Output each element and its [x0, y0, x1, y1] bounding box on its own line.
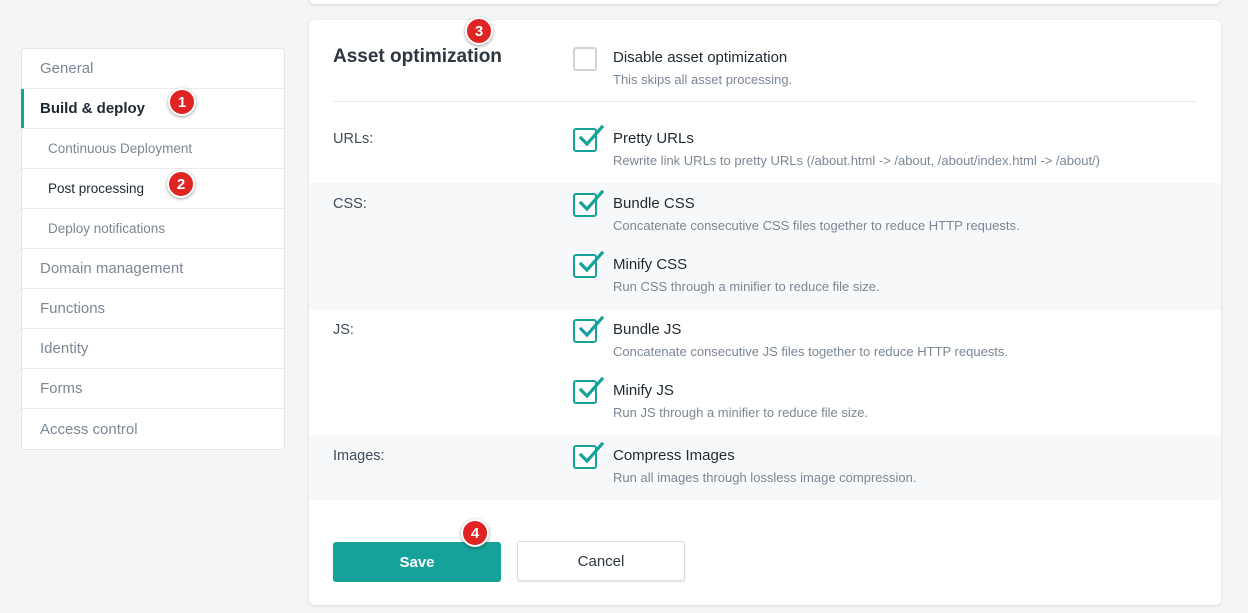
sidebar-item-label: General	[40, 60, 94, 77]
asset-optimization-card: Asset optimization Disable asset optimiz…	[309, 20, 1221, 605]
bundle-css-checkbox[interactable]	[573, 189, 604, 217]
sidebar-item-deploy-notifications[interactable]: Deploy notifications	[22, 209, 284, 249]
row-label-urls: URLs:	[333, 131, 374, 147]
sidebar-item-post-processing[interactable]: Post processing	[22, 169, 284, 209]
option-description: Rewrite link URLs to pretty URLs (/about…	[613, 153, 1100, 168]
row-label-images: Images:	[333, 448, 385, 464]
option-description: Run all images through lossless image co…	[613, 470, 917, 485]
sidebar-item-forms[interactable]: Forms	[22, 369, 284, 409]
option-title: Minify CSS	[613, 256, 688, 273]
option-description: Concatenate consecutive JS files togethe…	[613, 344, 1009, 359]
minify-js-checkbox[interactable]	[573, 376, 604, 404]
save-button[interactable]: Save	[333, 542, 501, 582]
sidebar-item-continuous-deployment[interactable]: Continuous Deployment	[22, 129, 284, 169]
option-description: Concatenate consecutive CSS files togeth…	[613, 218, 1020, 233]
option-title: Bundle CSS	[613, 195, 695, 212]
sidebar-item-build-deploy[interactable]: Build & deploy	[21, 89, 284, 129]
option-title: Disable asset optimization	[613, 49, 788, 66]
disable-asset-optimization-checkbox[interactable]	[573, 47, 597, 71]
sidebar-item-label: Forms	[40, 380, 83, 397]
row-label-js: JS:	[333, 322, 354, 338]
annotation-badge-3: 3	[465, 17, 493, 45]
annotation-badge-1: 1	[168, 88, 196, 116]
checkmark-icon	[578, 376, 604, 399]
section-title: Asset optimization	[333, 46, 502, 67]
sidebar-item-label: Identity	[40, 340, 89, 357]
sidebar-item-identity[interactable]: Identity	[22, 329, 284, 369]
option-title: Pretty URLs	[613, 130, 694, 147]
option-description: Run JS through a minifier to reduce file…	[613, 405, 869, 420]
annotation-badge-4: 4	[461, 519, 489, 547]
sidebar-item-domain-management[interactable]: Domain management	[22, 249, 284, 289]
option-description: Run CSS through a minifier to reduce fil…	[613, 279, 880, 294]
row-label-css: CSS:	[333, 196, 367, 212]
sidebar-item-label: Deploy notifications	[48, 221, 166, 236]
sidebar-item-label: Build & deploy	[40, 100, 145, 117]
compress-images-checkbox[interactable]	[573, 441, 604, 469]
checkmark-icon	[578, 250, 604, 273]
sidebar-item-general[interactable]: General	[22, 49, 284, 89]
images-row	[309, 435, 1221, 500]
option-title: Bundle JS	[613, 321, 682, 338]
sidebar-item-label: Post processing	[48, 181, 145, 196]
option-title: Compress Images	[613, 447, 735, 464]
divider	[333, 101, 1197, 102]
annotation-badge-2: 2	[167, 170, 195, 198]
previous-card	[309, 0, 1221, 4]
pretty-urls-checkbox[interactable]	[573, 124, 604, 152]
sidebar-item-label: Domain management	[40, 260, 184, 277]
sidebar-item-label: Functions	[40, 300, 106, 317]
sidebar-item-access-control[interactable]: Access control	[22, 409, 284, 449]
bundle-js-checkbox[interactable]	[573, 315, 604, 343]
checkmark-icon	[578, 189, 604, 212]
sidebar-item-label: Continuous Deployment	[48, 141, 193, 156]
settings-sidebar: General Build & deploy Continuous Deploy…	[21, 48, 285, 450]
minify-css-checkbox[interactable]	[573, 250, 604, 278]
option-title: Minify JS	[613, 382, 674, 399]
sidebar-item-functions[interactable]: Functions	[22, 289, 284, 329]
checkmark-icon	[578, 315, 604, 338]
sidebar-item-label: Access control	[40, 420, 138, 438]
cancel-button[interactable]: Cancel	[517, 541, 685, 581]
option-description: This skips all asset processing.	[613, 72, 793, 87]
checkmark-icon	[578, 441, 604, 464]
checkmark-icon	[578, 124, 604, 147]
